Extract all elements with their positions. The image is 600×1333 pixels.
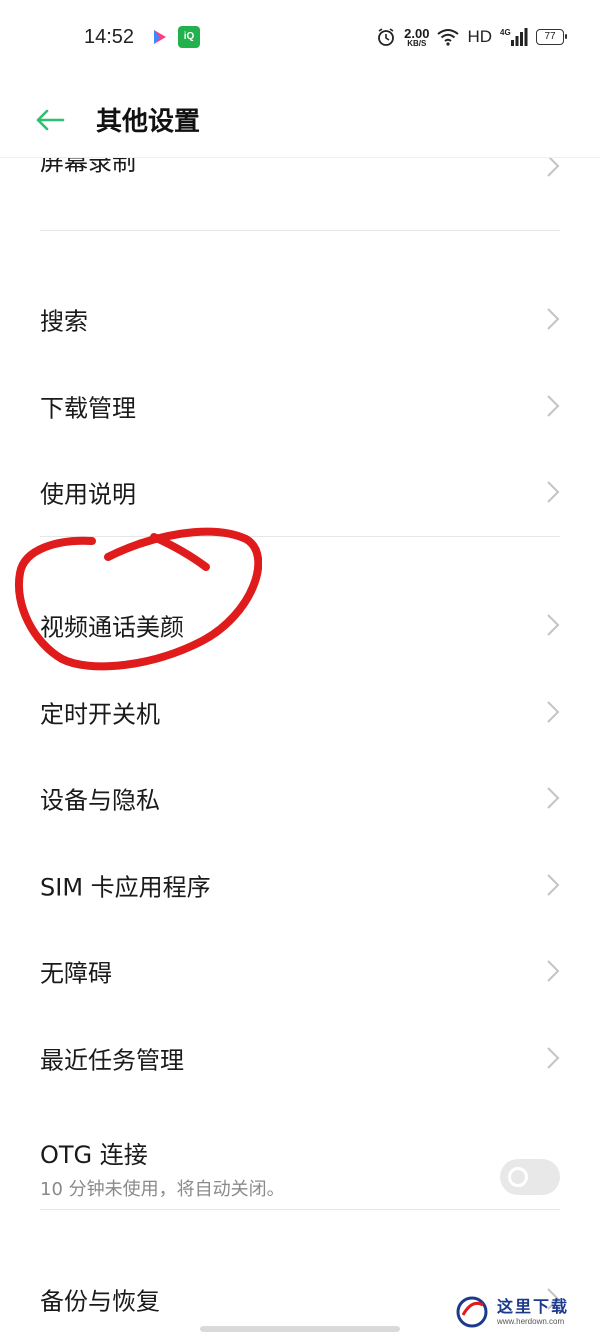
chevron-right-icon	[547, 158, 560, 177]
settings-item-label: 下载管理	[40, 394, 136, 423]
settings-item-subtitle: 10 分钟未使用，将自动关闭。	[40, 1179, 285, 1201]
header: 其他设置	[0, 80, 600, 158]
settings-item-label: 无障碍	[40, 959, 112, 988]
settings-item-label: 使用说明	[40, 480, 136, 509]
chevron-right-icon	[547, 395, 560, 417]
settings-item-video-call-beauty[interactable]: 视频通话美颜	[0, 582, 600, 669]
watermark: 这里下载 www.herdown.com	[455, 1293, 590, 1333]
settings-item-accessibility[interactable]: 无障碍	[0, 928, 600, 1015]
chevron-right-icon	[547, 787, 560, 809]
otg-toggle[interactable]	[500, 1159, 560, 1196]
settings-item-label: 设备与隐私	[40, 786, 160, 815]
watermark-text: 这里下载	[497, 1297, 570, 1316]
chevron-right-icon	[547, 481, 560, 504]
page-title: 其他设置	[96, 107, 201, 137]
svg-text:4G: 4G	[500, 28, 511, 37]
status-icons: 2.00 KB/S HD 4G 77	[376, 22, 567, 52]
group-divider	[0, 230, 600, 276]
settings-item-user-guide[interactable]: 使用说明	[0, 449, 600, 536]
network-speed-value: 2.00	[404, 25, 430, 41]
toggle-knob	[508, 1167, 528, 1188]
status-time: 14:52	[84, 26, 135, 48]
settings-item-screen-recording[interactable]: 屏幕录制	[0, 158, 600, 230]
wifi-icon	[437, 29, 460, 46]
settings-item-label: 备份与恢复	[40, 1287, 160, 1316]
settings-item-recent-tasks[interactable]: 最近任务管理	[0, 1015, 600, 1102]
settings-item-otg: OTG 连接 10 分钟未使用，将自动关闭。	[0, 1101, 600, 1209]
settings-item-sim-apps[interactable]: SIM 卡应用程序	[0, 842, 600, 929]
settings-list: 屏幕录制 搜索 下载管理 使用说明 视频通话美颜 定时开关机 设备与隐私 SIM…	[0, 158, 600, 1333]
settings-item-label: 搜索	[40, 307, 88, 336]
settings-item-label: 视频通话美颜	[40, 613, 184, 642]
settings-item-label: 最近任务管理	[40, 1046, 184, 1075]
home-indicator[interactable]	[200, 1326, 400, 1332]
chevron-right-icon	[547, 614, 560, 636]
settings-item-label: 屏幕录制	[40, 158, 136, 176]
network-speed-unit: KB/S	[407, 38, 427, 48]
settings-item-label: 定时开关机	[40, 700, 160, 729]
settings-item-search[interactable]: 搜索	[0, 276, 600, 363]
watermark-url: www.herdown.com	[497, 1317, 565, 1326]
video-app-icon	[154, 30, 166, 44]
settings-item-label: SIM 卡应用程序	[40, 873, 211, 902]
back-arrow-icon	[36, 109, 65, 131]
settings-item-device-privacy[interactable]: 设备与隐私	[0, 755, 600, 842]
hd-indicator: HD	[467, 27, 492, 46]
settings-item-download-management[interactable]: 下载管理	[0, 363, 600, 450]
chevron-right-icon	[547, 308, 560, 331]
chevron-right-icon	[547, 700, 560, 723]
group-divider	[0, 1209, 600, 1255]
chevron-right-icon	[547, 874, 560, 896]
network-speed: 2.00 KB/S	[404, 27, 429, 48]
group-divider	[0, 535, 600, 582]
settings-item-label: OTG 连接	[40, 1141, 148, 1170]
signal-4g-icon: 4G	[500, 28, 528, 46]
chevron-right-icon	[547, 1047, 560, 1069]
iqiyi-app-icon: iQ	[178, 26, 200, 48]
chevron-right-icon	[547, 960, 560, 983]
alarm-icon	[378, 28, 395, 46]
watermark-logo-icon	[456, 1296, 488, 1328]
battery-indicator: 77	[536, 29, 567, 45]
back-button[interactable]	[30, 100, 70, 140]
status-bar: 14:52 iQ 2.00 KB/S HD 4G 77	[0, 0, 600, 80]
settings-item-scheduled-power[interactable]: 定时开关机	[0, 668, 600, 755]
